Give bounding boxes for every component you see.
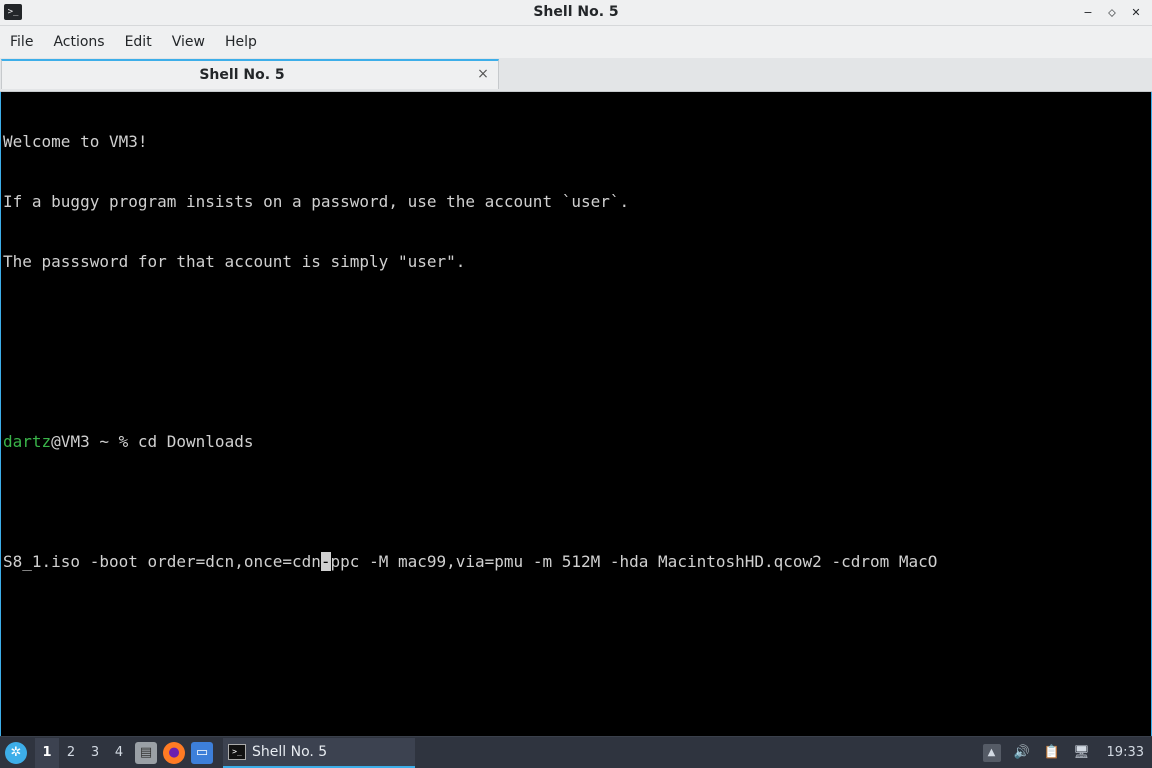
command-line[interactable]: S8_1.iso -boot order=dcn,once=cdn-ppc -M… xyxy=(3,552,1149,572)
tab-close-icon[interactable]: × xyxy=(476,66,490,82)
terminal-line: If a buggy program insists on a password… xyxy=(3,192,630,211)
network-icon[interactable]: 🖥 xyxy=(1073,744,1091,762)
quick-launch: ▤ ● ▭ xyxy=(135,741,213,764)
tab-bar: Shell No. 5 × xyxy=(0,58,1152,92)
desktop-4[interactable]: 4 xyxy=(107,738,131,768)
prompt-user: dartz xyxy=(3,432,52,451)
start-menu-icon[interactable]: ✲ xyxy=(5,741,27,764)
maximize-button[interactable]: ⬦ xyxy=(1104,5,1120,21)
taskbar: ✲ 1 2 3 4 ▤ ● ▭ >_ Shell No. 5 ▲ 🔊 📋 🖥 1… xyxy=(0,736,1152,768)
task-label: Shell No. 5 xyxy=(252,743,328,760)
menu-view[interactable]: View xyxy=(162,34,215,50)
terminal-icon: >_ xyxy=(228,743,246,760)
terminal-line: Welcome to VM3! xyxy=(3,132,148,151)
desktop-2[interactable]: 2 xyxy=(59,738,83,768)
terminal-view[interactable]: Welcome to VM3! If a buggy program insis… xyxy=(0,92,1152,736)
prompt-line: dartz@VM3 ~ % cd Downloads xyxy=(3,432,1149,452)
menu-file[interactable]: File xyxy=(0,34,43,50)
clipboard-icon[interactable]: 📋 xyxy=(1043,744,1061,762)
desktop-switcher: 1 2 3 4 xyxy=(35,737,131,768)
command-after-cursor: ppc -M mac99,via=pmu -m 512M -hda Macint… xyxy=(330,552,938,571)
menu-edit[interactable]: Edit xyxy=(115,34,162,50)
text-cursor: - xyxy=(320,552,331,571)
tray-up-arrow-icon[interactable]: ▲ xyxy=(982,743,1001,762)
firefox-icon[interactable]: ● xyxy=(163,741,185,764)
volume-icon[interactable]: 🔊 xyxy=(1013,744,1031,762)
clock[interactable]: 19:33 xyxy=(1107,745,1144,760)
menu-bar: File Actions Edit View Help xyxy=(0,26,1152,58)
tab-label: Shell No. 5 xyxy=(199,67,285,83)
files-icon[interactable]: ▤ xyxy=(135,741,157,764)
prompt-command: @VM3 ~ % cd Downloads xyxy=(51,432,254,451)
menu-actions[interactable]: Actions xyxy=(43,34,114,50)
terminal-output: Welcome to VM3! If a buggy program insis… xyxy=(3,92,1149,612)
window-titlebar[interactable]: >_ Shell No. 5 − ⬦ ✕ xyxy=(0,0,1152,26)
desktop-1[interactable]: 1 xyxy=(35,737,59,768)
show-desktop-icon[interactable]: ▭ xyxy=(191,741,213,764)
close-button[interactable]: ✕ xyxy=(1128,5,1144,21)
task-shell-5[interactable]: >_ Shell No. 5 xyxy=(223,737,415,768)
command-before-cursor: S8_1.iso -boot order=dcn,once=cdn xyxy=(3,552,321,571)
desktop-3[interactable]: 3 xyxy=(83,738,107,768)
tab-shell-5[interactable]: Shell No. 5 × xyxy=(1,59,499,89)
terminal-line: The passsword for that account is simply… xyxy=(3,252,466,271)
window-title: Shell No. 5 xyxy=(533,4,619,20)
system-tray: ▲ 🔊 📋 🖥 19:33 xyxy=(982,743,1144,762)
minimize-button[interactable]: − xyxy=(1080,5,1096,21)
menu-help[interactable]: Help xyxy=(215,34,267,50)
window-controls: − ⬦ ✕ xyxy=(1080,0,1144,25)
